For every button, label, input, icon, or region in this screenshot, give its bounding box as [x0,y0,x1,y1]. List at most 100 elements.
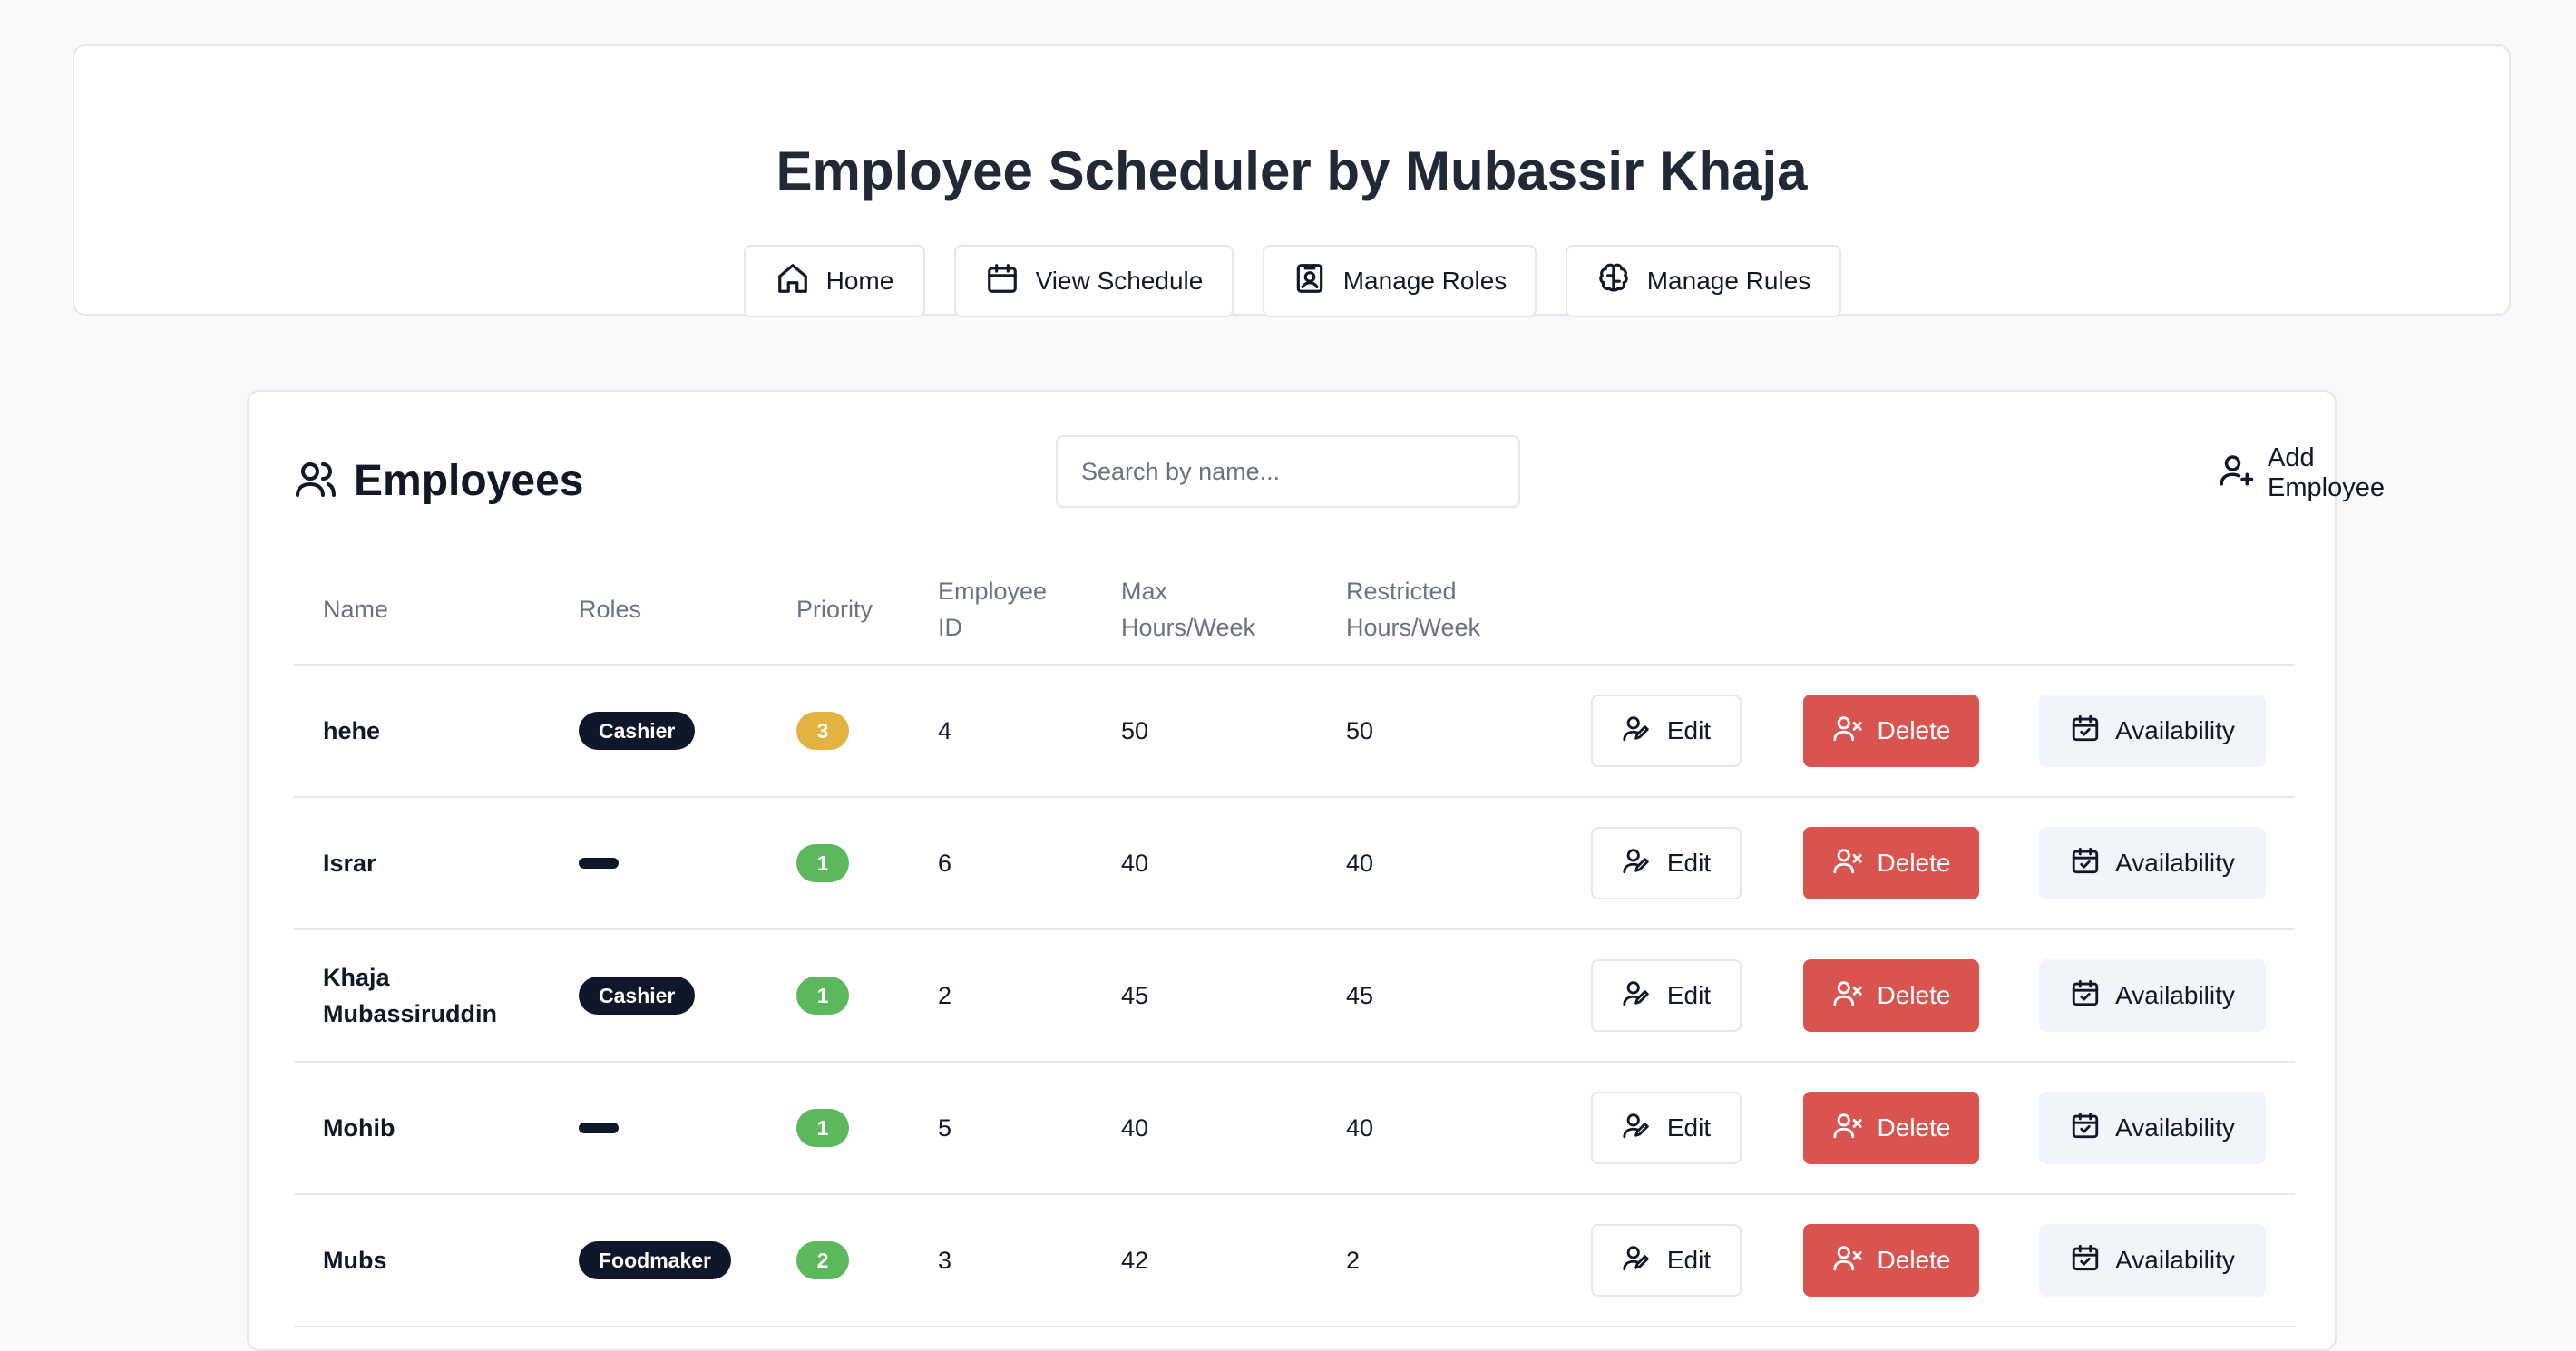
priority-badge: 2 [796,1241,849,1279]
user-x-icon [1832,713,1863,750]
employee-name: hehe [323,717,381,744]
edit-button[interactable]: Edit [1591,827,1742,899]
home-icon [776,261,810,302]
table-row: Israr 1 6 40 40 Edit Delete Availability [294,798,2295,930]
employee-max-hours: 40 [1121,1114,1149,1142]
delete-label: Delete [1877,849,1951,877]
user-x-icon [1832,1110,1863,1147]
nav-manage-roles-button[interactable]: Manage Roles [1263,245,1537,317]
employee-name: Israr [323,850,376,877]
employee-restricted-hours: 2 [1346,1247,1361,1274]
user-pen-icon [1622,1242,1653,1279]
employee-restricted-hours: 45 [1346,982,1374,1009]
nav-home-label: Home [825,267,894,295]
employee-priority-cell: 1 [796,1063,849,1193]
table-row: Khaja Mubassiruddin Cashier 1 2 45 45 Ed… [294,930,2295,1063]
user-x-icon [1832,977,1863,1015]
delete-label: Delete [1877,981,1951,1009]
table-row: hehe Cashier 3 4 50 50 Edit Delete Avail… [294,666,2295,798]
add-employee-button[interactable]: Add Employee [2217,443,2385,502]
nav-home-button[interactable]: Home [744,245,925,317]
employee-restricted-hours: 40 [1346,850,1374,877]
employee-max-hours: 42 [1121,1247,1149,1274]
employee-max-hours: 45 [1121,982,1149,1009]
table-header: Name Roles Priority Employee ID Max Hour… [294,555,2295,666]
availability-label: Availability [2115,716,2235,744]
edit-button[interactable]: Edit [1591,695,1742,767]
edit-label: Edit [1666,1246,1712,1274]
user-pen-icon [1622,977,1653,1015]
employee-restricted-hours: 40 [1346,1114,1374,1142]
nav-view-schedule-button[interactable]: View Schedule [954,245,1234,317]
table-row: Mubs Foodmaker 2 3 42 2 Edit Delete Avai… [294,1195,2295,1327]
users-icon [294,457,337,505]
employees-table: Name Roles Priority Employee ID Max Hour… [294,555,2295,1327]
delete-button[interactable]: Delete [1803,1092,1979,1164]
employee-max-hours: 50 [1121,717,1149,744]
priority-badge: 1 [796,1109,849,1147]
employee-name: Mohib [323,1114,395,1142]
employee-restricted-hours: 50 [1346,717,1374,744]
availability-button[interactable]: Availability [2039,959,2266,1032]
calendar-check-icon [2070,713,2101,750]
employee-name: Khaja Mubassiruddin [323,964,498,1027]
search-input[interactable] [1056,435,1520,508]
edit-button[interactable]: Edit [1591,959,1742,1032]
employee-priority-cell: 1 [796,798,849,928]
employee-id: 5 [938,1114,952,1142]
priority-badge: 1 [796,844,849,882]
priority-badge: 1 [796,977,849,1015]
availability-button[interactable]: Availability [2039,695,2266,767]
calendar-check-icon [2070,1110,2101,1147]
availability-button[interactable]: Availability [2039,827,2266,899]
employee-roles-cell: Cashier [579,666,696,796]
employee-roles-cell [579,1063,619,1193]
employee-priority-cell: 3 [796,666,849,796]
employee-max-hours: 40 [1121,850,1149,877]
availability-label: Availability [2115,981,2235,1009]
id-badge-icon [1293,261,1327,302]
delete-button[interactable]: Delete [1803,827,1979,899]
availability-button[interactable]: Availability [2039,1092,2266,1164]
role-empty-indicator [579,858,619,869]
availability-label: Availability [2115,1113,2235,1142]
calendar-check-icon [2070,977,2101,1015]
employee-id: 4 [938,717,952,744]
availability-label: Availability [2115,849,2235,877]
role-badge: Cashier [579,712,696,750]
header-card: Employee Scheduler by Mubassir Khaja Hom… [73,44,2511,317]
role-empty-indicator [579,1123,619,1133]
user-x-icon [1832,845,1863,882]
employee-priority-cell: 1 [796,930,849,1061]
employee-priority-cell: 2 [796,1195,849,1326]
employees-heading: Employees [294,448,583,513]
role-badge: Cashier [579,977,696,1015]
nav-manage-rules-label: Manage Rules [1646,267,1811,295]
table-row: Mohib 1 5 40 40 Edit Delete Availability [294,1063,2295,1195]
employee-id: 6 [938,850,952,877]
availability-button[interactable]: Availability [2039,1224,2266,1297]
column-header-restricted-hours: Restricted Hours/Week [1346,578,1481,641]
edit-label: Edit [1666,981,1712,1009]
calendar-check-icon [2070,845,2101,882]
brain-icon [1596,261,1631,302]
edit-button[interactable]: Edit [1591,1224,1742,1297]
employee-roles-cell: Foodmaker [579,1195,731,1326]
employee-roles-cell: Cashier [579,930,696,1061]
page-title: Employees [354,456,584,505]
delete-button[interactable]: Delete [1803,695,1979,767]
column-header-employee-id: Employee ID [938,578,1048,641]
calendar-check-icon [2070,1242,2101,1279]
delete-label: Delete [1877,1113,1951,1142]
edit-label: Edit [1666,1113,1712,1142]
delete-button[interactable]: Delete [1803,1224,1979,1297]
nav-manage-rules-button[interactable]: Manage Rules [1566,245,1841,317]
priority-badge: 3 [796,712,849,750]
app-title: Employee Scheduler by Mubassir Khaja [776,141,1808,201]
employees-card: Employees Add Employee Name Roles Priori… [247,390,2385,1351]
user-pen-icon [1622,1110,1653,1147]
nav-manage-roles-label: Manage Roles [1342,267,1508,295]
add-employee-label: Add Employee [2268,443,2385,502]
edit-button[interactable]: Edit [1591,1092,1742,1164]
delete-button[interactable]: Delete [1803,959,1979,1032]
